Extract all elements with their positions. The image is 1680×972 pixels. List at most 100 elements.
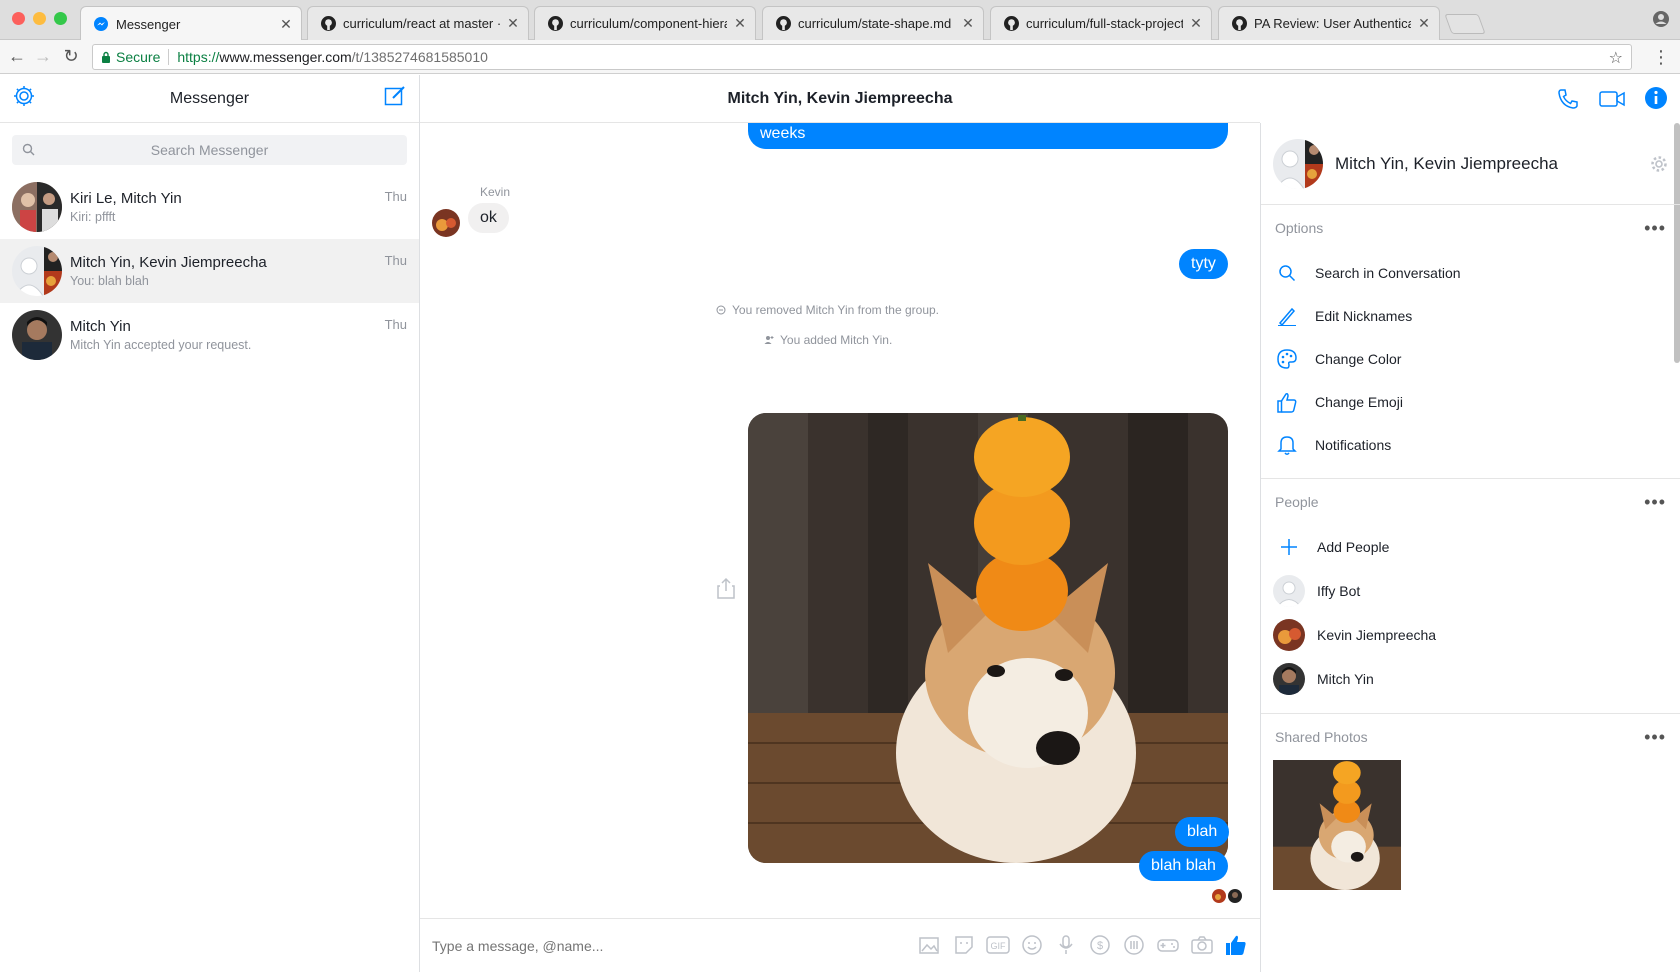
- url-host: www.messenger.com: [219, 49, 352, 65]
- github-icon: [1003, 16, 1019, 32]
- emoji-icon[interactable]: [1020, 933, 1044, 957]
- plus-icon: [1273, 531, 1305, 563]
- tab-title: curriculum/component-hierarc: [570, 16, 727, 31]
- removed-icon: [716, 305, 726, 315]
- shared-photos-more-icon[interactable]: •••: [1644, 727, 1666, 748]
- browser-tab[interactable]: curriculum/state-shape.md at ✕: [762, 6, 984, 40]
- sticker-icon[interactable]: [952, 933, 976, 957]
- shared-photos-section: Shared Photos •••: [1261, 714, 1680, 890]
- conversation-time: Thu: [384, 253, 407, 268]
- github-icon: [320, 16, 336, 32]
- profile-icon[interactable]: [1652, 10, 1670, 33]
- payment-icon[interactable]: $: [1088, 933, 1112, 957]
- people-section: People ••• Add People Iffy Bot Kevin Jie…: [1261, 479, 1680, 714]
- person-item[interactable]: Mitch Yin: [1261, 657, 1680, 701]
- option-notifications[interactable]: Notifications: [1261, 423, 1680, 466]
- image-icon[interactable]: [918, 933, 942, 957]
- message-text: ok: [480, 209, 497, 226]
- github-icon: [547, 16, 563, 32]
- avatar: [432, 209, 460, 237]
- conversation-item-selected[interactable]: Mitch Yin, Kevin Jiempreecha You: blah b…: [0, 239, 419, 303]
- system-message: You removed Mitch Yin from the group.: [716, 303, 939, 317]
- thumbs-up-send-icon[interactable]: [1224, 933, 1248, 957]
- close-tab-icon[interactable]: ✕: [733, 15, 747, 32]
- details-gear-icon[interactable]: [1650, 155, 1668, 178]
- microphone-icon[interactable]: [1054, 933, 1078, 957]
- close-tab-icon[interactable]: ✕: [1189, 15, 1203, 32]
- secure-indicator[interactable]: Secure: [101, 49, 160, 65]
- add-people-button[interactable]: Add People: [1261, 525, 1680, 569]
- conversation-time: Thu: [384, 317, 407, 332]
- browser-tab[interactable]: PA Review: User Authenticatio ✕: [1218, 6, 1440, 40]
- conversation-name: Kiri Le, Mitch Yin: [70, 190, 182, 207]
- pencil-icon: [1275, 304, 1299, 328]
- composer-tools: GIF $: [918, 933, 1248, 957]
- avatar: [12, 310, 62, 360]
- browser-tab[interactable]: curriculum/component-hierarc ✕: [534, 6, 756, 40]
- search-messenger-field[interactable]: Search Messenger: [12, 135, 407, 165]
- shared-photo-thumbnail[interactable]: [1273, 760, 1401, 890]
- sidebar-title: Messenger: [169, 89, 250, 107]
- message-bubble-outgoing[interactable]: tyty: [1179, 249, 1228, 279]
- minimize-window-button[interactable]: [33, 12, 46, 25]
- video-call-icon[interactable]: [1598, 87, 1626, 116]
- message-bubble-incoming[interactable]: ok: [468, 203, 509, 233]
- person-name: Iffy Bot: [1317, 583, 1361, 599]
- close-tab-icon[interactable]: ✕: [279, 16, 293, 33]
- shared-photo-message[interactable]: [748, 413, 1228, 863]
- browser-tab-messenger[interactable]: Messenger ✕: [80, 6, 302, 41]
- forward-arrow-icon[interactable]: →: [32, 45, 54, 67]
- message-bubble-outgoing[interactable]: blah: [1175, 817, 1230, 847]
- voice-call-icon[interactable]: [1556, 87, 1580, 116]
- game-controller-icon[interactable]: [1156, 933, 1180, 957]
- share-icon[interactable]: [716, 577, 736, 604]
- people-more-icon[interactable]: •••: [1644, 492, 1666, 513]
- person-item[interactable]: Iffy Bot: [1261, 569, 1680, 613]
- browser-tab[interactable]: curriculum/react at master · ap ✕: [307, 6, 529, 40]
- message-bubble-outgoing[interactable]: blah blah: [1139, 851, 1228, 881]
- message-list[interactable]: weeks Kevin ok tyty You removed Mitch Yi…: [420, 123, 1260, 918]
- back-arrow-icon[interactable]: ←: [6, 45, 28, 67]
- bookmark-star-icon[interactable]: ☆: [1609, 48, 1623, 68]
- message-input[interactable]: [432, 937, 872, 954]
- conversation-name: Mitch Yin, Kevin Jiempreecha: [70, 254, 267, 271]
- conversation-name: Mitch Yin: [70, 318, 131, 335]
- option-search-in-conversation[interactable]: Search in Conversation: [1261, 251, 1680, 294]
- address-bar[interactable]: Secure https://www.messenger.com/t/13852…: [92, 44, 1632, 70]
- new-tab-button[interactable]: [1444, 14, 1486, 34]
- close-tab-icon[interactable]: ✕: [961, 15, 975, 32]
- conversation-item[interactable]: Kiri Le, Mitch Yin Kiri: pffft Thu: [0, 175, 419, 239]
- option-change-emoji[interactable]: Change Emoji: [1261, 380, 1680, 423]
- person-item[interactable]: Kevin Jiempreecha: [1261, 613, 1680, 657]
- bell-icon: [1275, 433, 1299, 457]
- message-bubble-outgoing[interactable]: weeks: [748, 123, 1228, 149]
- conversation-item[interactable]: Mitch Yin Mitch Yin accepted your reques…: [0, 303, 419, 367]
- camera-icon[interactable]: [1190, 933, 1214, 957]
- close-window-button[interactable]: [12, 12, 25, 25]
- tab-title: curriculum/state-shape.md at: [798, 16, 955, 31]
- options-more-icon[interactable]: •••: [1644, 218, 1666, 239]
- search-placeholder: Search Messenger: [150, 142, 269, 158]
- reload-icon[interactable]: ↻: [60, 45, 82, 67]
- option-change-color[interactable]: Change Color: [1261, 337, 1680, 380]
- poll-icon[interactable]: [1122, 933, 1146, 957]
- messenger-app: Messenger Search Messenger Kiri Le, Mitc…: [0, 75, 1680, 972]
- settings-gear-icon[interactable]: [12, 84, 36, 113]
- message-text: weeks: [760, 125, 806, 142]
- option-edit-nicknames[interactable]: Edit Nicknames: [1261, 294, 1680, 337]
- option-label: Edit Nicknames: [1315, 307, 1413, 324]
- option-label: Change Emoji: [1315, 393, 1403, 410]
- shared-photos-heading: Shared Photos: [1275, 729, 1368, 745]
- close-tab-icon[interactable]: ✕: [1417, 15, 1431, 32]
- compose-icon[interactable]: [383, 84, 407, 113]
- tab-title: curriculum/full-stack-project-p: [1026, 16, 1183, 31]
- browser-tab[interactable]: curriculum/full-stack-project-p ✕: [990, 6, 1212, 40]
- conversation-info-icon[interactable]: [1644, 86, 1668, 115]
- maximize-window-button[interactable]: [54, 12, 67, 25]
- option-label: Notifications: [1315, 436, 1392, 453]
- browser-menu-icon[interactable]: ⋮: [1652, 48, 1670, 66]
- gif-icon[interactable]: GIF: [986, 933, 1010, 957]
- close-tab-icon[interactable]: ✕: [506, 15, 520, 32]
- option-label: Search in Conversation: [1315, 264, 1461, 281]
- thread-title: Mitch Yin, Kevin Jiempreecha: [420, 75, 1260, 123]
